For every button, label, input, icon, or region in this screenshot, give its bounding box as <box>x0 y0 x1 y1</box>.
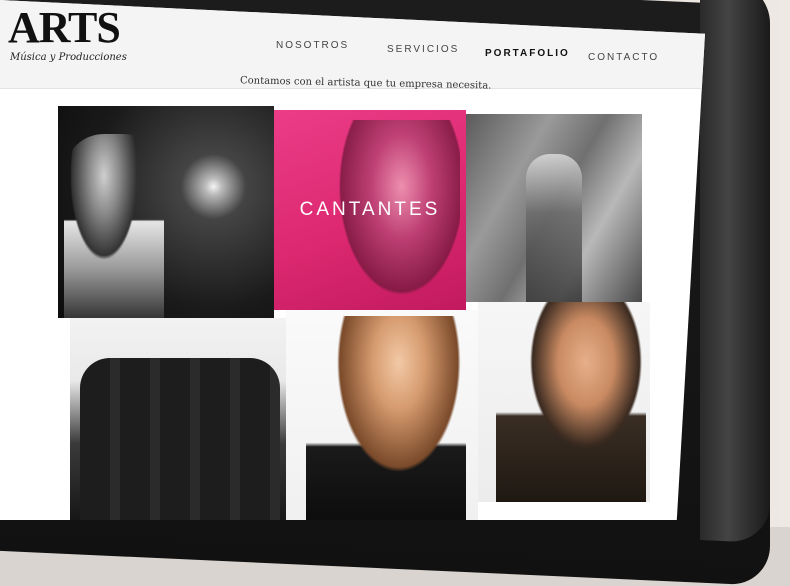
portfolio-tile-3[interactable] <box>466 114 642 302</box>
tile-1-figure <box>64 134 164 318</box>
tile-5-figure <box>306 316 466 520</box>
tile-label-cantantes: CANTANTES <box>299 199 441 220</box>
portfolio-tile-4[interactable] <box>70 318 286 520</box>
logo-subtitle: Música y Producciones <box>10 52 127 63</box>
tile-4-figure <box>80 358 280 520</box>
browser-screen: ARTS Música y Producciones NOSOTROS SERV… <box>0 0 705 520</box>
tile-3-figure <box>526 154 582 302</box>
nav-item-contacto[interactable]: CONTACTO <box>588 52 659 63</box>
portfolio-tile-5[interactable] <box>286 310 478 520</box>
laptop-edge <box>700 0 770 544</box>
logo[interactable]: ARTS Música y Producciones <box>8 6 138 68</box>
portfolio-tile-1[interactable] <box>58 106 274 318</box>
portfolio-tile-6[interactable] <box>478 302 650 502</box>
portfolio-tile-cantantes[interactable]: CANTANTES <box>274 110 466 310</box>
logo-text: ARTS <box>8 3 121 52</box>
nav-item-servicios[interactable]: SERVICIOS <box>387 44 459 55</box>
tile-6-figure <box>496 302 646 502</box>
nav-item-nosotros[interactable]: NOSOTROS <box>276 40 349 51</box>
nav-item-portafolio[interactable]: PORTAFOLIO <box>485 48 570 59</box>
